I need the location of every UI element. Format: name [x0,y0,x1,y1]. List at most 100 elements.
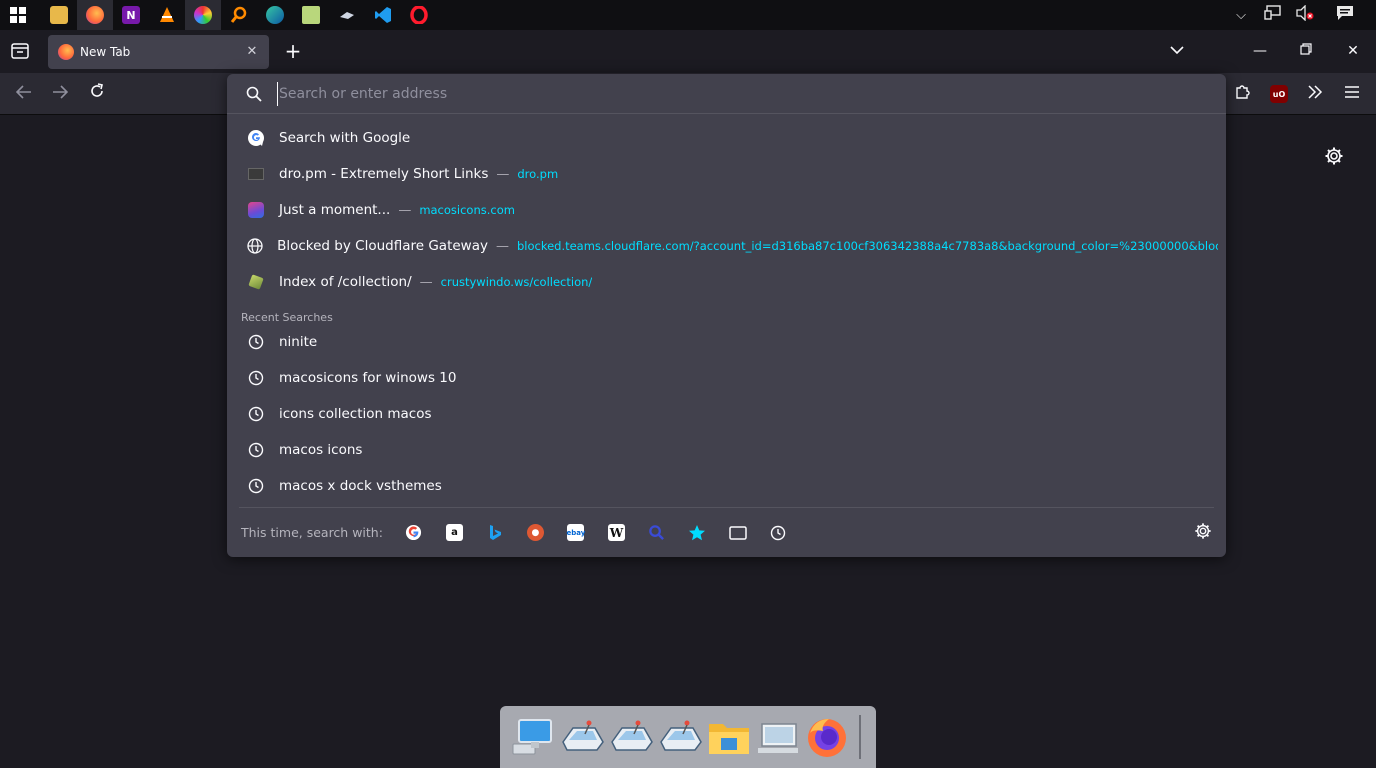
terminal-icon[interactable] [329,0,365,30]
vscode-icon[interactable] [365,0,401,30]
amazon-icon[interactable]: a [443,522,465,544]
recent-search-text: icons collection macos [279,406,432,422]
address-input[interactable] [277,82,1177,106]
chevron-up-icon[interactable]: ⌵ [1230,8,1252,23]
history-icon[interactable] [767,522,789,544]
new-tab-settings-icon[interactable] [1324,146,1344,166]
dock-separator [859,715,861,759]
recent-search-item[interactable]: icons collection macos [235,396,1218,432]
new-tab-button[interactable]: + [282,40,304,62]
network-drive-icon[interactable] [657,714,703,760]
overflow-menu-button[interactable] [1303,83,1327,105]
system-tray: ⌵ [1230,0,1356,30]
firefox-view-icon [11,43,29,59]
suggestion-separator: — [398,202,412,218]
opera-icon[interactable] [401,0,437,30]
network-drive-icon[interactable] [559,714,605,760]
extensions-button[interactable] [1231,83,1255,105]
app-menu-button[interactable] [1340,83,1364,105]
folder-icon[interactable] [706,714,752,760]
suggestion-macosicons[interactable]: Just a moment... — macosicons.com [235,192,1218,228]
tab-strip: New Tab ✕ + — ✕ [0,30,1376,73]
suggestion-url: macosicons.com [419,203,515,217]
ebay-icon[interactable]: ebay [565,522,587,544]
recent-searches-label: Recent Searches [241,311,333,324]
restore-button[interactable] [1294,40,1318,62]
suggestion-url: dro.pm [517,167,559,181]
suggestion-title: dro.pm - Extremely Short Links [279,166,489,182]
back-button[interactable] [12,83,36,105]
notifications-icon[interactable] [1334,5,1356,25]
search-engine-icon[interactable] [646,522,668,544]
google-icon[interactable] [403,522,425,544]
suggestion-separator: — [495,238,509,254]
windows-start-icon[interactable] [0,0,36,30]
bookmarks-star-icon[interactable] [686,522,708,544]
firefox-icon[interactable] [804,714,850,760]
puzzle-piece-icon [1236,85,1250,99]
duckduckgo-icon[interactable]: ● [524,522,546,544]
restore-icon [1300,43,1312,55]
google-icon [247,129,265,147]
recent-search-text: ninite [279,334,318,350]
wikipedia-icon[interactable]: W [605,522,627,544]
search-engine-list: a ● ebay W [403,522,808,544]
computer-icon[interactable] [510,714,556,760]
search-with-label: This time, search with: [241,525,383,540]
url-bar-dropdown: Search with Google dro.pm - Extremely Sh… [227,74,1226,557]
tabs-icon[interactable] [727,522,749,544]
hamburger-menu-icon [1345,86,1359,98]
edge-icon[interactable] [257,0,293,30]
suggestion-search-google[interactable]: Search with Google [235,120,1218,156]
recent-search-item[interactable]: macos icons [235,432,1218,468]
file-explorer-icon[interactable] [41,0,77,30]
recent-search-item[interactable]: macosicons for winows 10 [235,360,1218,396]
recent-search-item[interactable]: ninite [235,324,1218,360]
suggestion-title: Blocked by Cloudflare Gateway [277,238,488,254]
volume-muted-icon[interactable] [1294,4,1316,25]
dock [500,706,876,768]
firefox-view-button[interactable] [8,40,32,62]
forward-arrow-icon [53,85,69,99]
vlc-icon[interactable] [149,0,185,30]
monitor-icon[interactable] [755,714,801,760]
list-all-tabs-button[interactable] [1165,40,1189,62]
suggestion-title: Index of /collection/ [279,274,412,290]
recent-search-text: macos x dock vsthemes [279,478,442,494]
minimize-button[interactable]: — [1248,40,1272,62]
color-picker-icon[interactable] [185,0,221,30]
windows-taskbar: N ⌵ [0,0,1376,30]
close-tab-icon[interactable]: ✕ [243,43,261,61]
recent-search-item[interactable]: macos x dock vsthemes [235,468,1218,504]
history-clock-icon [247,477,265,495]
dro-pm-favicon [247,165,265,183]
recent-search-text: macosicons for winows 10 [279,370,457,386]
suggestion-url: blocked.teams.cloudflare.com/?account_id… [516,239,1218,253]
network-drive-icon[interactable] [608,714,654,760]
reload-icon [91,83,103,97]
search-icon [246,86,262,102]
suggestion-cloudflare-blocked[interactable]: Blocked by Cloudflare Gateway — blocked.… [235,228,1218,264]
suggestion-crustywindo[interactable]: Index of /collection/ — crustywindo.ws/c… [235,264,1218,300]
search-everything-icon[interactable] [221,0,257,30]
bing-icon[interactable] [484,522,506,544]
tab-new-tab[interactable]: New Tab ✕ [48,35,269,69]
forward-button[interactable] [48,83,72,105]
chevron-down-icon [1170,46,1184,55]
network-icon[interactable] [1262,5,1284,25]
history-clock-icon [247,441,265,459]
crustywindo-favicon [247,273,265,291]
back-arrow-icon [15,85,31,99]
firefox-icon[interactable] [77,0,113,30]
reload-button[interactable] [85,83,109,105]
suggestion-dro-pm[interactable]: dro.pm - Extremely Short Links — dro.pm [235,156,1218,192]
suggestion-title: Search with Google [279,130,411,146]
globe-icon [247,237,263,255]
onenote-icon[interactable]: N [113,0,149,30]
firefox-favicon-icon [58,44,74,60]
close-window-button[interactable]: ✕ [1341,40,1365,62]
search-settings-icon[interactable] [1194,522,1214,542]
history-clock-icon [247,405,265,423]
ublock-origin-icon[interactable]: uO [1270,85,1288,103]
notepad-icon[interactable] [293,0,329,30]
